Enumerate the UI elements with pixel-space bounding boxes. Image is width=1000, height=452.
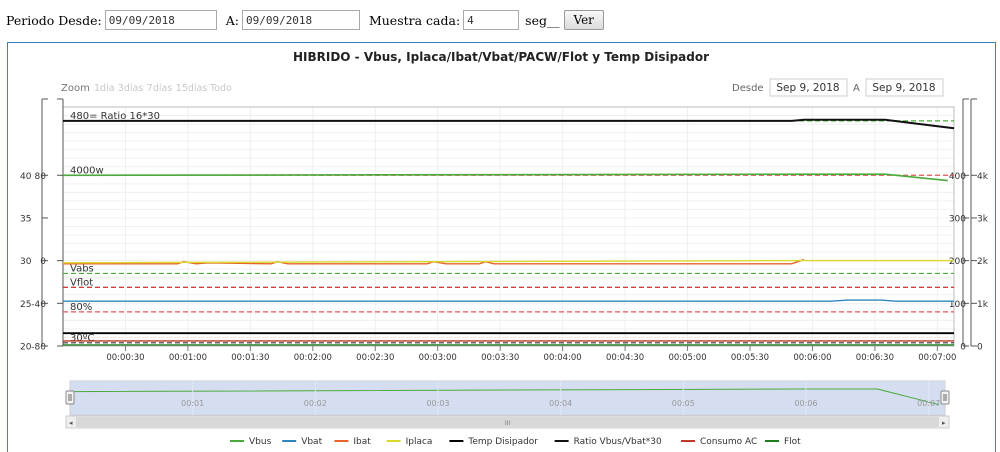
legend-item-5[interactable]: Ratio Vbus/Vbat*30 xyxy=(574,437,662,447)
tick-label-right_outer: 0 xyxy=(977,343,983,353)
tick-label-left_outer: 35 xyxy=(20,214,31,224)
x-tick-label: 00:06:30 xyxy=(856,353,894,363)
tick-label-left_inner: -40 xyxy=(31,300,46,310)
zoom-button-3[interactable]: 15días xyxy=(176,83,208,94)
legend-item-7[interactable]: Flot xyxy=(784,437,801,447)
navigator-label: 00:05 xyxy=(672,399,695,408)
legend-item-0[interactable]: Vbus xyxy=(249,437,272,447)
legend: Vbus Vbat Ibat Iplaca Temp Disipador Ratio Vb… xyxy=(230,437,801,447)
axis-left_outer: 40 35 30 25 20 xyxy=(20,98,48,353)
navigator-handle-left[interactable] xyxy=(65,390,75,405)
x-tick-label: 00:06:00 xyxy=(793,353,831,363)
x-tick-label: 00:03:00 xyxy=(419,353,457,363)
sample-interval-input[interactable] xyxy=(463,10,520,30)
from-date-label: Periodo Desde: xyxy=(6,12,102,28)
x-tick-label: 00:05:30 xyxy=(731,353,769,363)
tick-label-right_outer: 4k xyxy=(977,172,989,182)
tick-label-right_inner: 300 xyxy=(949,214,966,224)
zoom-button-1[interactable]: 3días xyxy=(118,83,144,94)
x-tick-label: 00:04:00 xyxy=(544,353,582,363)
zoom-button-2[interactable]: 7días xyxy=(147,83,173,94)
x-tick-label: 00:02:30 xyxy=(356,353,394,363)
zoom-button-0[interactable]: 1dia xyxy=(94,83,115,94)
tick-label-right_outer: 2k xyxy=(977,257,989,267)
tick-label-left_inner: -80 xyxy=(31,343,46,353)
sample-unit-label: seg__ xyxy=(525,12,560,28)
tick-label-right_inner: 400 xyxy=(949,172,966,182)
legend-item-4[interactable]: Temp Disipador xyxy=(467,437,538,447)
scroll-left-arrow-icon[interactable]: ◂ xyxy=(69,419,73,427)
tick-label-left_outer: 40 xyxy=(20,172,32,182)
scroll-right-arrow-icon[interactable]: ▸ xyxy=(942,419,946,427)
gridlines xyxy=(63,106,954,347)
chart-canvas: HIBRIDO - Vbus, Iplaca/Ibat/Vbat/PACW/Fl… xyxy=(20,50,989,447)
x-tick-label: 00:01:30 xyxy=(231,353,269,363)
reference-label-2: Vabs xyxy=(70,263,94,274)
chart-container: HIBRIDO - Vbus, Iplaca/Ibat/Vbat/PACW/Fl… xyxy=(7,42,996,452)
x-tick-label: 00:02:00 xyxy=(294,353,332,363)
navigator-label: 00:07 xyxy=(917,399,940,408)
axis-right_outer: 4k 3k 2k 1k 0 xyxy=(970,98,989,353)
x-tick-label: 00:01:00 xyxy=(169,353,207,363)
period-controls: Periodo Desde: A: Muestra cada: seg__ Ve… xyxy=(6,9,604,31)
reference-label-3: Vflot xyxy=(70,277,93,288)
tick-label-right_inner: 0 xyxy=(960,343,966,353)
x-tick-label: 00:05:00 xyxy=(668,353,706,363)
tick-label-left_inner: 0 xyxy=(40,257,46,267)
navigator-selection[interactable] xyxy=(70,381,945,415)
to-date-label: A: xyxy=(225,12,239,28)
x-tick-label: 00:03:30 xyxy=(481,353,519,363)
x-tick-label: 00:04:30 xyxy=(606,353,644,363)
tick-label-right_outer: 3k xyxy=(977,214,989,224)
axis-left_inner: 80 0 -40 -80 xyxy=(31,98,64,353)
chart-title: HIBRIDO - Vbus, Iplaca/Ibat/Vbat/PACW/Fl… xyxy=(293,50,709,64)
from-date-input[interactable] xyxy=(104,10,217,30)
zoom-button-4[interactable]: Todo xyxy=(209,83,232,94)
tick-label-left_outer: 30 xyxy=(20,257,32,267)
to-date-input[interactable] xyxy=(241,10,360,30)
tick-label-left_inner: 80 xyxy=(35,172,47,182)
x-tick-label: 00:00:30 xyxy=(106,353,144,363)
range-to-value: Sep 9, 2018 xyxy=(872,82,935,94)
range-from-label: Desde xyxy=(732,83,764,94)
navigator-label: 00:04 xyxy=(549,399,572,408)
legend-item-3[interactable]: Iplaca xyxy=(406,437,433,447)
tick-label-right_inner: 200 xyxy=(949,257,966,267)
tick-label-left_outer: 20 xyxy=(20,343,32,353)
legend-item-2[interactable]: Ibat xyxy=(353,437,371,447)
tick-label-right_outer: 1k xyxy=(977,300,989,310)
navigator-handle-right[interactable] xyxy=(940,390,950,405)
scrollbar-grip-icon: III xyxy=(505,420,511,427)
navigator-label: 00:03 xyxy=(426,399,449,408)
legend-item-6[interactable]: Consumo AC xyxy=(700,437,757,447)
reference-label-4: 80% xyxy=(70,302,92,313)
sample-interval-label: Muestra cada: xyxy=(368,12,461,28)
series-line-1 xyxy=(63,299,954,302)
view-button[interactable]: Ver xyxy=(563,10,604,30)
range-to-label: A xyxy=(853,83,860,94)
tick-label-left_outer: 25 xyxy=(20,300,31,310)
x-tick-label: 00:07:00 xyxy=(918,353,956,363)
navigator-label: 00:01 xyxy=(181,399,204,408)
reference-label-5: 30ºC xyxy=(70,333,94,344)
legend-item-1[interactable]: Vbat xyxy=(301,437,322,447)
range-from-value: Sep 9, 2018 xyxy=(776,82,839,94)
navigator-label: 00:06 xyxy=(794,399,817,408)
navigator-label: 00:02 xyxy=(304,399,327,408)
axis-right_inner: 4003002001000 xyxy=(949,98,969,353)
zoom-label: Zoom xyxy=(61,83,90,94)
